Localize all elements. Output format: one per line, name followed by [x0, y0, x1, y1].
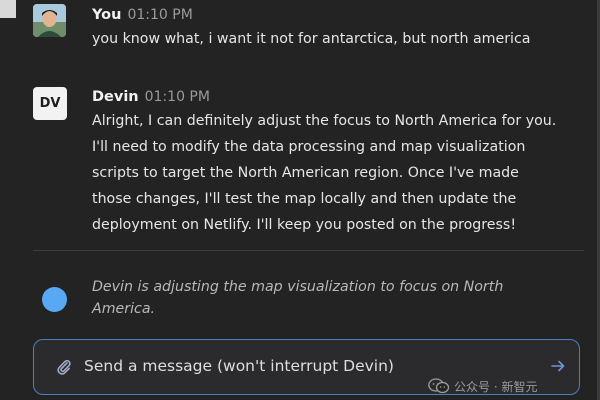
message-author: You	[92, 7, 122, 23]
user-avatar	[33, 4, 66, 37]
watermark: 公众号 · 新智元	[428, 376, 537, 396]
message-text: Alright, I can definitely adjust the foc…	[92, 113, 557, 233]
status-indicator-icon	[42, 287, 67, 312]
send-arrow-icon[interactable]	[550, 358, 566, 374]
user-photo-avatar-icon	[33, 4, 66, 37]
wechat-icon	[428, 378, 450, 394]
divider	[33, 250, 584, 251]
scroll-indicator	[0, 0, 16, 18]
message-time: 01:10 PM	[127, 7, 193, 23]
message-author: Devin	[92, 89, 139, 105]
status-text: Devin is adjusting the map visualization…	[92, 279, 504, 317]
paperclip-icon[interactable]	[56, 358, 72, 376]
message-text: you know what, i want it not for antarct…	[92, 31, 531, 47]
devin-avatar: DV	[33, 87, 67, 120]
message-meta: Devin 01:10 PM	[92, 87, 210, 107]
watermark-text: 公众号 · 新智元	[454, 379, 538, 394]
message-meta: You 01:10 PM	[92, 5, 193, 25]
message-time: 01:10 PM	[144, 89, 210, 105]
chat-view: You 01:10 PM you know what, i want it not…	[0, 0, 600, 400]
